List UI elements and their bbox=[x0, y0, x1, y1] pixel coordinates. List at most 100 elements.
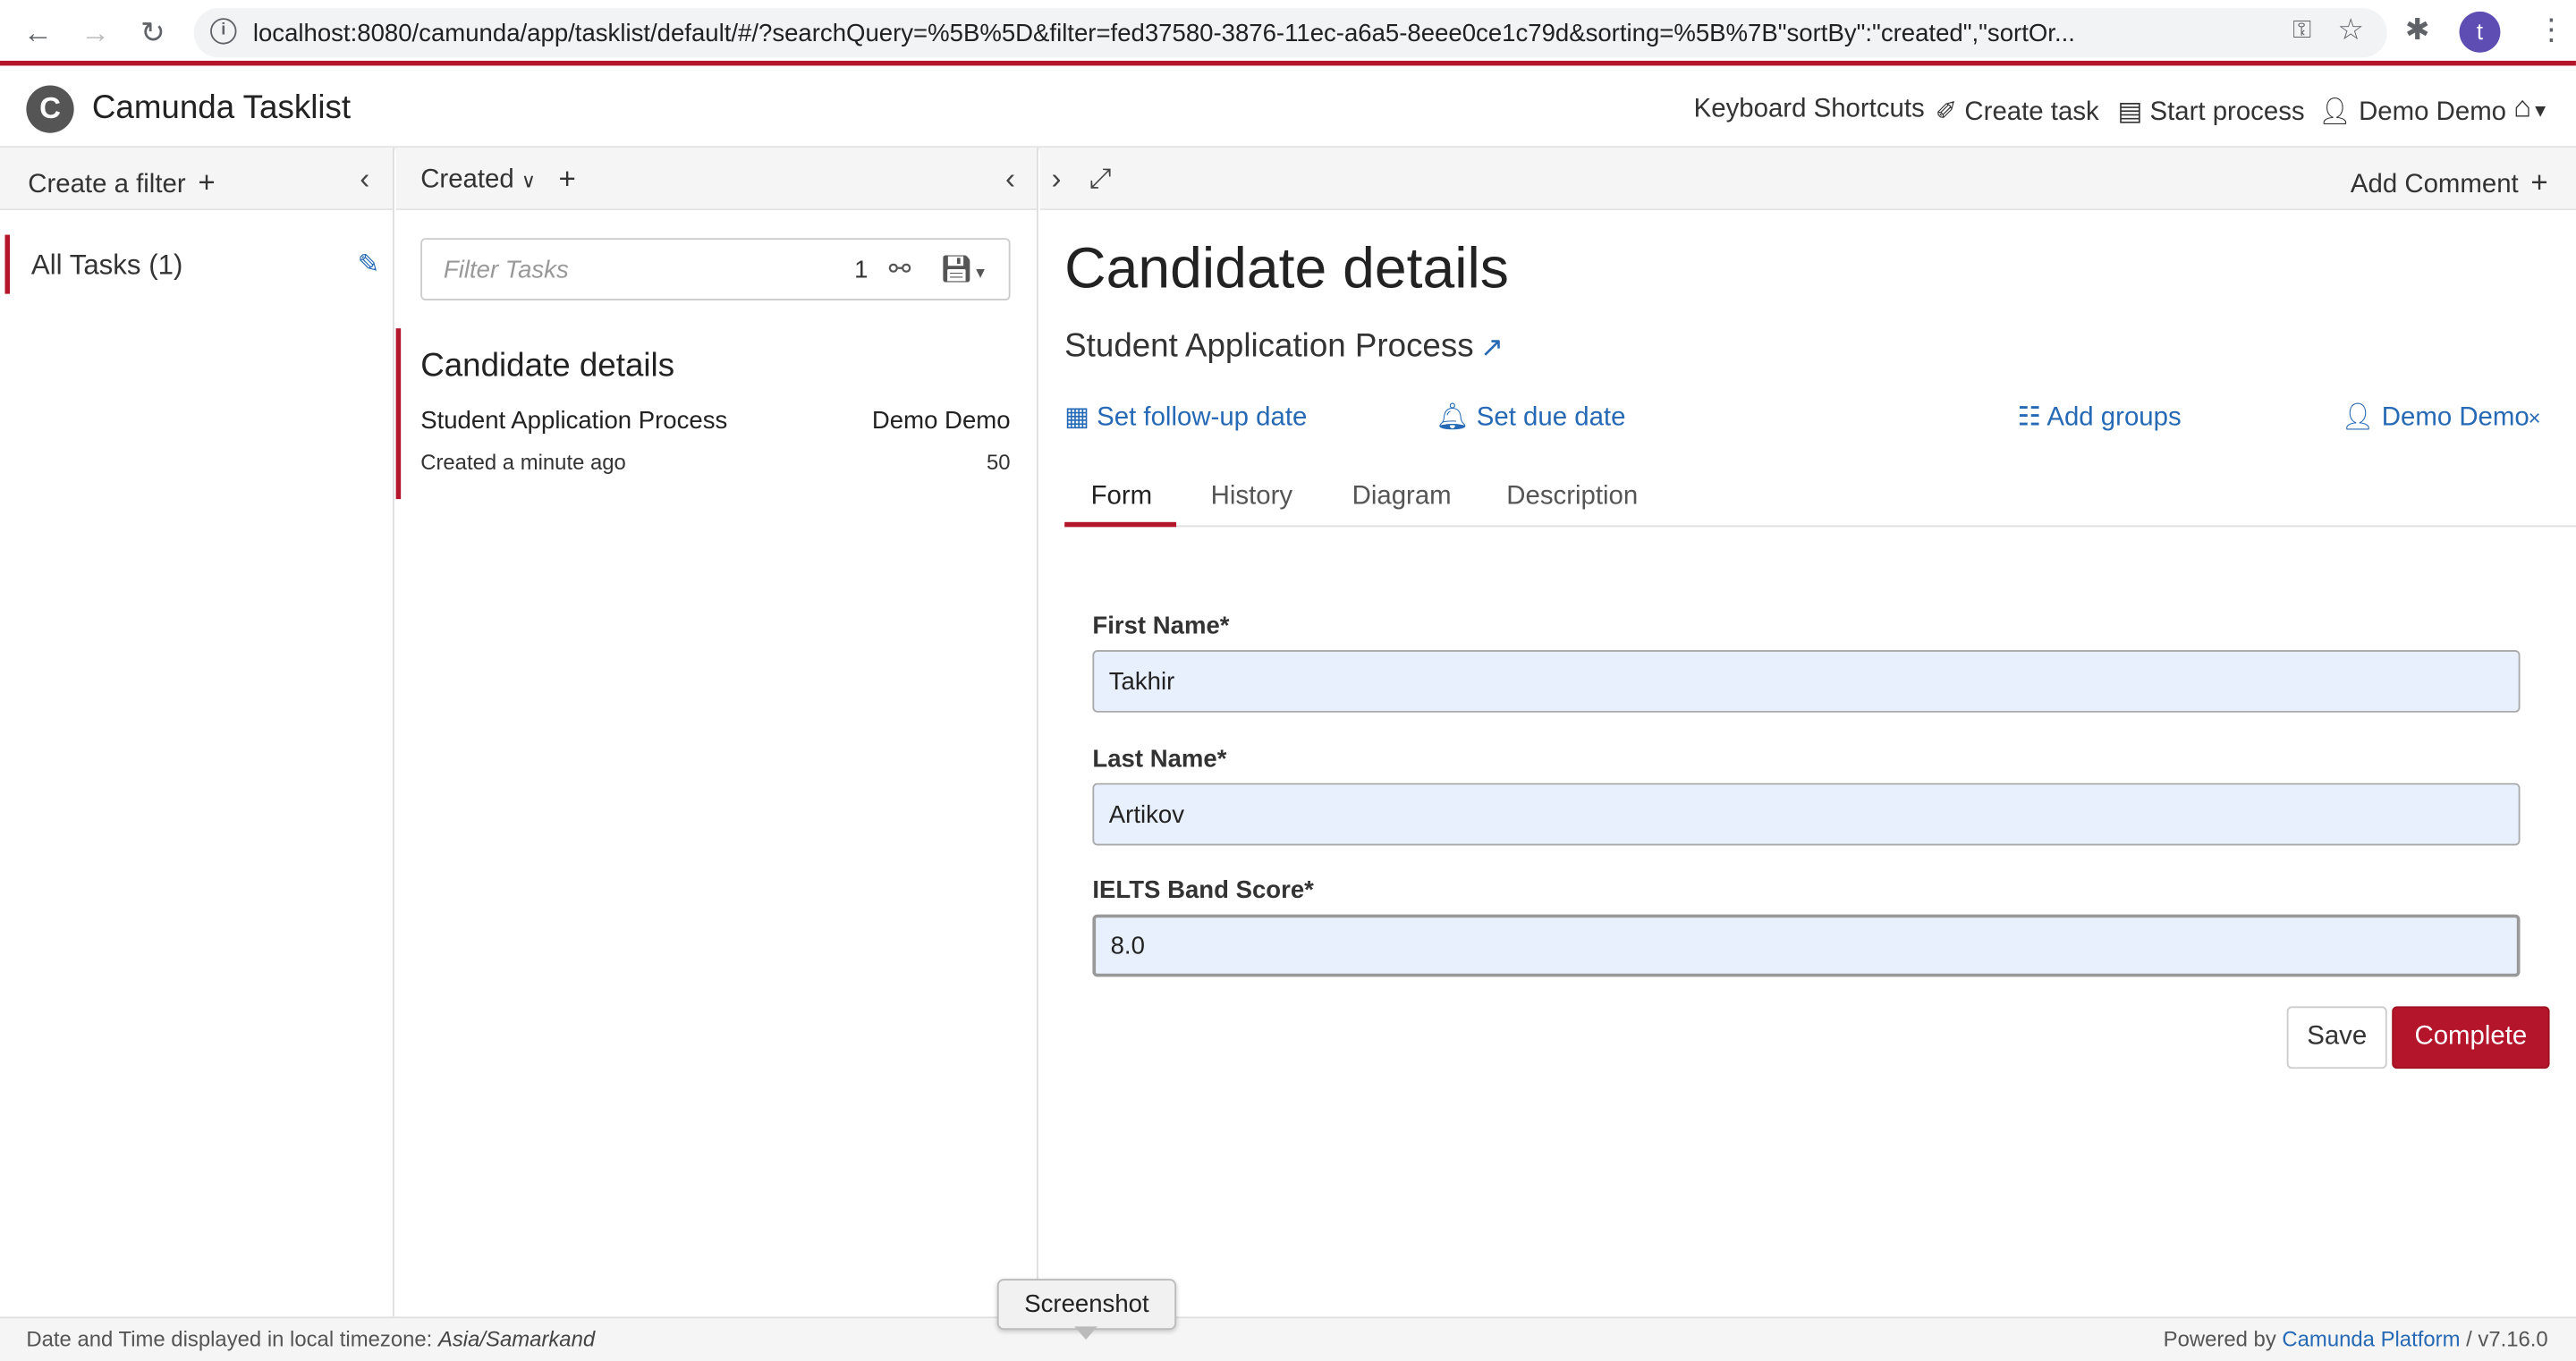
task-created: Created a minute ago bbox=[420, 450, 626, 475]
task-list-header: Created ∨ + ‹ bbox=[395, 148, 1037, 210]
task-process: Student Application Process bbox=[420, 407, 728, 435]
user-menu[interactable]: 👤︎ Demo Demo bbox=[2318, 95, 2506, 128]
plus-icon: + bbox=[198, 165, 216, 199]
task-list-panel: Created ∨ + ‹ Filter Tasks 1 ⚯ 💾︎▼ Candi… bbox=[395, 148, 1038, 1317]
user-name: Demo Demo bbox=[2359, 98, 2507, 127]
filter-tasks-input[interactable]: Filter Tasks bbox=[444, 256, 569, 283]
assignee-button[interactable]: 👤︎ Demo Demo bbox=[2341, 401, 2529, 434]
filters-panel: Create a filter + ‹ All Tasks (1) ✎ bbox=[0, 148, 394, 1317]
last-name-label: Last Name* bbox=[1092, 745, 1227, 773]
task-count: 1 bbox=[854, 256, 869, 284]
camunda-platform-link[interactable]: Camunda Platform bbox=[2282, 1326, 2460, 1351]
timezone-prefix: Date and Time displayed in local timezon… bbox=[26, 1326, 438, 1351]
extensions-icon[interactable]: ✱ bbox=[2405, 13, 2430, 48]
first-name-label: First Name* bbox=[1092, 612, 1230, 641]
create-filter-button[interactable]: Create a filter + bbox=[28, 165, 215, 200]
active-tab-indicator bbox=[1064, 521, 1177, 528]
screen: ← → ↻ i localhost:8080/camunda/app/taskl… bbox=[0, 0, 2576, 1361]
follow-up-label: Set follow-up date bbox=[1097, 403, 1308, 432]
tab-history[interactable]: History bbox=[1211, 483, 1292, 512]
url-text[interactable]: localhost:8080/camunda/app/tasklist/defa… bbox=[253, 20, 2266, 47]
create-task-label: Create task bbox=[1964, 98, 2099, 127]
task-card[interactable]: Candidate details Student Application Pr… bbox=[395, 328, 1037, 500]
add-comment-button[interactable]: Add Comment + bbox=[2351, 165, 2548, 200]
ielts-score-label: IELTS Band Score* bbox=[1092, 876, 1314, 905]
process-definition: Student Application Process ↗ bbox=[1064, 328, 1504, 366]
user-icon: 👤︎ bbox=[2341, 403, 2375, 432]
bookmark-star-icon[interactable]: ☆ bbox=[2337, 13, 2364, 48]
task-title: Candidate details bbox=[1064, 236, 1509, 300]
task-priority: 50 bbox=[986, 450, 1011, 475]
address-bar[interactable]: i localhost:8080/camunda/app/tasklist/de… bbox=[193, 8, 2387, 58]
collapse-filters-icon[interactable]: ‹ bbox=[360, 163, 369, 198]
timezone-note: Date and Time displayed in local timezon… bbox=[26, 1326, 595, 1351]
sort-label: Created bbox=[420, 165, 514, 194]
task-detail-panel: › ⤢ Add Comment + Candidate details Stud… bbox=[1039, 148, 2576, 1317]
tab-diagram[interactable]: Diagram bbox=[1352, 483, 1452, 512]
tooltip-arrow bbox=[1074, 1326, 1097, 1340]
screenshot-tooltip: Screenshot bbox=[996, 1279, 1177, 1331]
keyboard-shortcuts-link[interactable]: Keyboard Shortcuts bbox=[1694, 95, 1925, 124]
reload-icon[interactable]: ↻ bbox=[133, 13, 173, 53]
set-follow-up-date-button[interactable]: ▦ Set follow-up date bbox=[1064, 401, 1307, 434]
add-sort-icon[interactable]: + bbox=[558, 163, 575, 198]
due-date-label: Set due date bbox=[1476, 403, 1626, 432]
collapse-list-icon[interactable]: ‹ bbox=[1005, 163, 1015, 198]
add-groups-label: Add groups bbox=[2046, 403, 2182, 432]
sort-dropdown[interactable]: Created ∨ bbox=[420, 165, 536, 195]
last-name-field[interactable] bbox=[1092, 782, 2521, 846]
paperclip-icon: ✐ bbox=[1935, 98, 1958, 127]
app-title[interactable]: Camunda Tasklist bbox=[92, 90, 351, 128]
detail-tabs: Form History Diagram Description bbox=[1064, 469, 2576, 528]
first-name-field[interactable] bbox=[1092, 650, 2521, 713]
add-groups-button[interactable]: ☷ Add groups bbox=[2017, 401, 2181, 434]
remove-assignee-icon[interactable]: × bbox=[2529, 405, 2541, 430]
home-icon: ⌂ bbox=[2513, 89, 2532, 123]
assignee-label: Demo Demo bbox=[2381, 403, 2529, 432]
process-name[interactable]: Student Application Process bbox=[1064, 328, 1473, 364]
plus-icon: + bbox=[2530, 165, 2548, 199]
tab-description[interactable]: Description bbox=[1506, 483, 1638, 512]
chevron-down-icon: ∨ bbox=[521, 169, 537, 192]
add-comment-label: Add Comment bbox=[2350, 170, 2519, 199]
profile-avatar[interactable]: t bbox=[2459, 11, 2501, 53]
camunda-logo: C bbox=[26, 85, 74, 133]
save-search-icon[interactable]: 💾︎▼ bbox=[940, 253, 988, 286]
filter-label: All Tasks (1) bbox=[30, 249, 183, 281]
browser-toolbar: ← → ↻ i localhost:8080/camunda/app/taskl… bbox=[0, 0, 2576, 66]
task-name: Candidate details bbox=[420, 348, 675, 385]
filters-header: Create a filter + ‹ bbox=[0, 148, 393, 210]
task-assignee: Demo Demo bbox=[871, 407, 1011, 435]
expand-right-icon[interactable]: › bbox=[1051, 163, 1061, 198]
site-info-icon[interactable]: i bbox=[210, 18, 237, 45]
bell-icon: 🔔︎ bbox=[1436, 403, 1470, 432]
tab-form[interactable]: Form bbox=[1091, 483, 1153, 512]
fullscreen-icon[interactable]: ⤢ bbox=[1089, 163, 1112, 196]
create-filter-label: Create a filter bbox=[28, 170, 186, 199]
powered-by-prefix: Powered by bbox=[2163, 1326, 2283, 1351]
filter-item-all-tasks[interactable]: All Tasks (1) ✎ bbox=[4, 234, 390, 294]
ielts-score-field[interactable] bbox=[1092, 914, 2521, 977]
filter-tasks-box[interactable]: Filter Tasks 1 ⚯ 💾︎▼ bbox=[420, 238, 1011, 300]
create-task-link[interactable]: ✐ Create task bbox=[1936, 95, 2099, 128]
footer: Date and Time displayed in local timezon… bbox=[0, 1316, 2576, 1361]
complete-button[interactable]: Complete bbox=[2392, 1006, 2550, 1069]
edit-filter-icon[interactable]: ✎ bbox=[358, 248, 380, 281]
grid-icon: ☷ bbox=[2017, 403, 2041, 432]
forward-icon[interactable]: → bbox=[75, 13, 114, 53]
browser-menu-icon[interactable]: ⋮ bbox=[2537, 13, 2566, 48]
app-header: C Camunda Tasklist Keyboard Shortcuts ✐ … bbox=[0, 70, 2576, 148]
start-process-link[interactable]: ▤ Start process bbox=[2118, 95, 2305, 128]
timezone-value: Asia/Samarkand bbox=[437, 1326, 596, 1351]
back-icon[interactable]: ← bbox=[18, 13, 57, 53]
key-icon[interactable]: ⚿ bbox=[2292, 16, 2311, 44]
set-due-date-button[interactable]: 🔔︎ Set due date bbox=[1436, 401, 1625, 434]
external-link-icon[interactable]: ↗ bbox=[1480, 332, 1504, 363]
calendar-icon: ▦ bbox=[1064, 403, 1089, 432]
start-process-label: Start process bbox=[2149, 98, 2305, 127]
home-menu[interactable]: ⌂▼ bbox=[2513, 90, 2549, 125]
save-button[interactable]: Save bbox=[2286, 1006, 2387, 1069]
link-icon[interactable]: ⚯ bbox=[889, 253, 911, 286]
powered-by: Powered by Camunda Platform / v7.16.0 bbox=[2164, 1326, 2548, 1351]
list-icon: ▤ bbox=[2117, 98, 2143, 127]
